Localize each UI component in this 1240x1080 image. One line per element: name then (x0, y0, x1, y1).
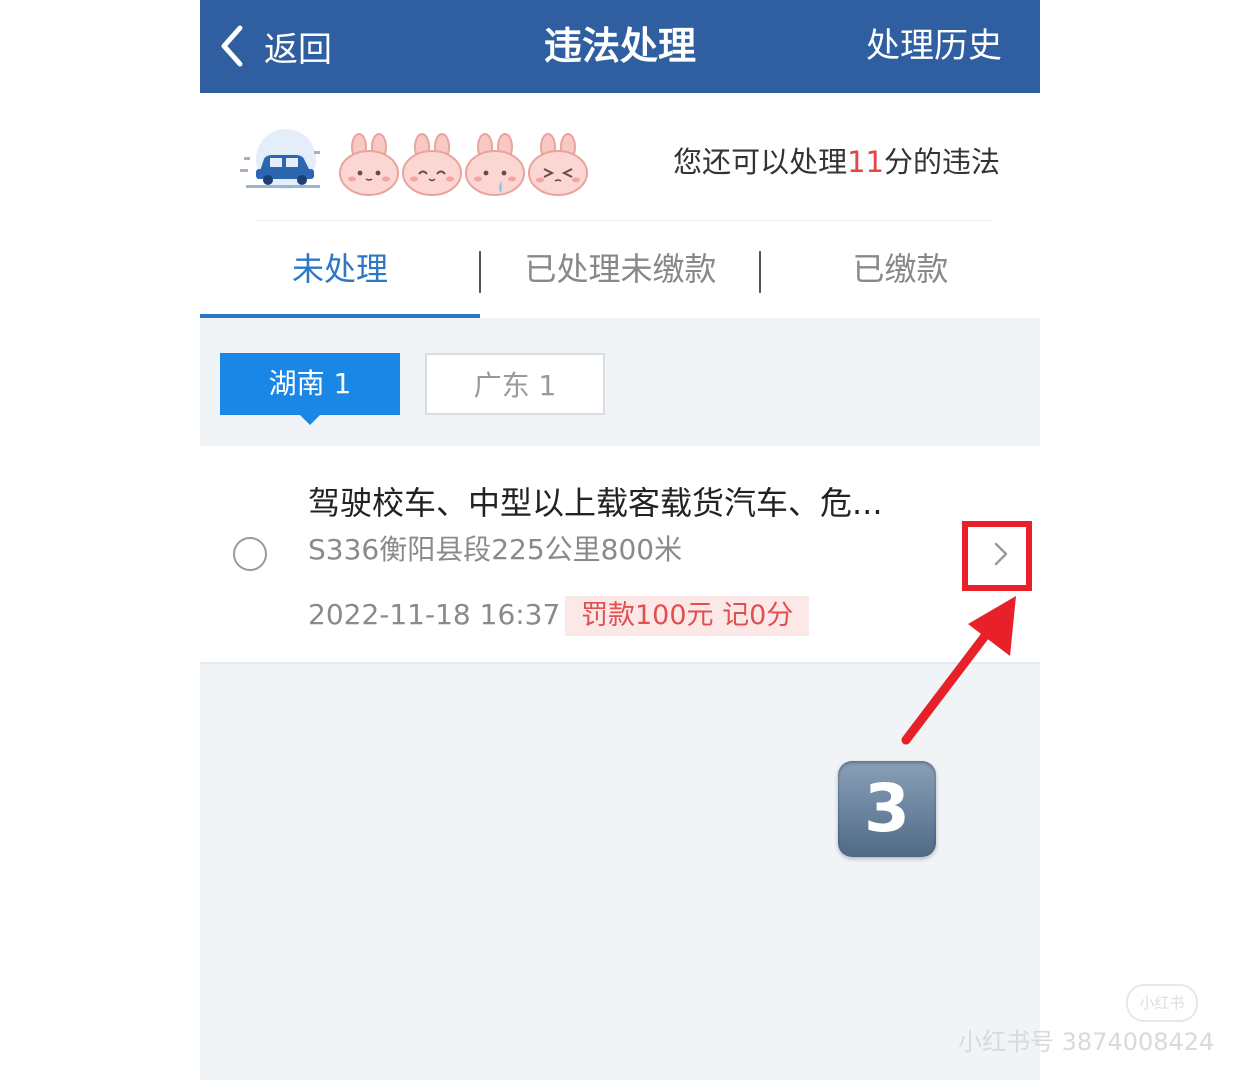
watermark-text: 小红书号 3874008424 (958, 1028, 1215, 1056)
app-screen: 返回 违法处理 处理历史 您还可以处理11分的违法 未处理 已处理未缴款 已缴款… (200, 0, 1040, 1080)
penalty-badge: 罚款100元 记0分 (565, 596, 810, 636)
violation-title: 驾驶校车、中型以上载客载货汽车、危... (308, 484, 883, 522)
points-prefix: 您还可以处理 (673, 145, 848, 179)
status-tabs: 未处理 已处理未缴款 已缴款 (200, 221, 1040, 318)
points-suffix: 分的违法 (883, 145, 1000, 179)
tab-paid[interactable]: 已缴款 (761, 221, 1040, 318)
points-value: 11 (847, 145, 884, 179)
bunny-crying-icon (465, 133, 525, 196)
step-number-badge: 3 (838, 761, 936, 857)
filter-chip-guangdong[interactable]: 广东 1 (425, 353, 605, 415)
points-remaining-text: 您还可以处理11分的违法 (673, 139, 1000, 181)
watermark-logo: 小红书 (1126, 984, 1198, 1022)
nav-bar: 返回 违法处理 处理历史 (200, 0, 1040, 93)
history-button[interactable]: 处理历史 (866, 0, 1002, 93)
tab-processed-unpaid[interactable]: 已处理未缴款 (481, 221, 760, 318)
bunny-smile-icon (339, 133, 399, 196)
bunny-upset-icon (528, 133, 588, 196)
highlight-box (962, 521, 1032, 591)
violation-location: S336衡阳县段225公里800米 (308, 533, 683, 566)
annotation-arrow-icon (901, 596, 1016, 745)
bunny-happy-icon (402, 133, 462, 196)
select-radio[interactable] (233, 537, 267, 571)
tab-unprocessed[interactable]: 未处理 (200, 221, 480, 318)
points-banner: 您还可以处理11分的违法 (200, 93, 1040, 221)
province-filter: 湖南 1 广东 1 (200, 318, 1040, 446)
car-icon (240, 129, 320, 189)
violation-time: 2022-11-18 16:37 (308, 598, 561, 631)
filter-chip-hunan[interactable]: 湖南 1 (220, 353, 400, 425)
